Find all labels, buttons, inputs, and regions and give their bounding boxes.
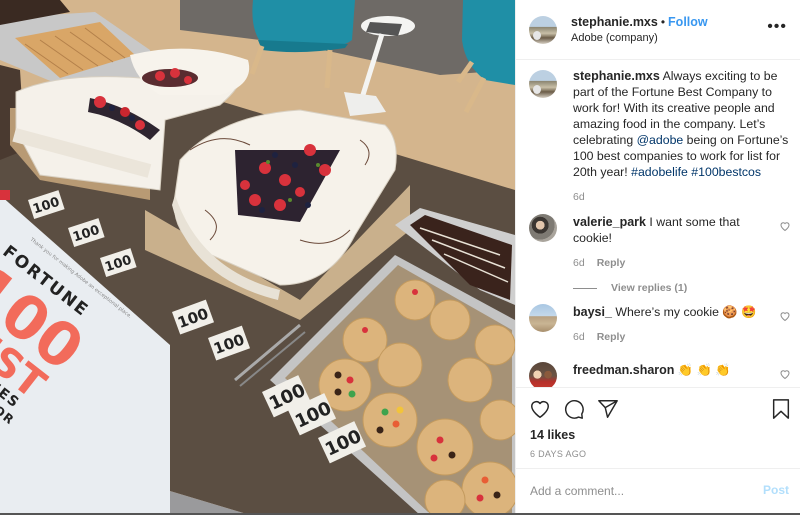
post-timestamp[interactable]: 6 DAYS AGO bbox=[530, 449, 586, 459]
comment-text: valerie_park I want some that cookie! 6d… bbox=[573, 214, 791, 271]
post-actions: 14 likes 6 DAYS AGO bbox=[516, 387, 800, 468]
comment-bubble-icon[interactable] bbox=[563, 398, 585, 420]
post-photo[interactable]: 100 100 100 100 100 100 100 100 Thank yo… bbox=[0, 0, 515, 515]
comment-age[interactable]: 6d bbox=[573, 257, 585, 269]
add-comment-bar: Post bbox=[516, 468, 800, 515]
commenter-username[interactable]: baysi_ bbox=[573, 305, 612, 319]
commenter-avatar[interactable] bbox=[529, 304, 557, 332]
commenter-username[interactable]: valerie_park bbox=[573, 215, 646, 229]
post-location[interactable]: Adobe (company) bbox=[571, 31, 708, 46]
reply-button[interactable]: Reply bbox=[597, 257, 626, 269]
reply-button[interactable]: Reply bbox=[597, 331, 626, 343]
commenter-username[interactable]: freedman.sharon bbox=[573, 363, 674, 377]
separator-dot: • bbox=[660, 14, 666, 29]
comments-list[interactable]: stephanie.mxs Always exciting to be part… bbox=[516, 60, 800, 387]
hashtag-link[interactable]: #adobelife bbox=[631, 165, 688, 179]
caption-username[interactable]: stephanie.mxs bbox=[573, 69, 660, 83]
caption-text: stephanie.mxs Always exciting to be part… bbox=[573, 68, 791, 205]
commenter-avatar[interactable] bbox=[529, 362, 557, 387]
photo-illustration: 100 100 100 100 100 100 100 100 Thank yo… bbox=[0, 0, 515, 515]
hashtag-link[interactable]: #100bestcos bbox=[691, 165, 761, 179]
comment-text: freedman.sharon 👏 👏 👏 bbox=[573, 363, 731, 377]
replies-line bbox=[573, 287, 597, 289]
comment-meta: 6d Reply bbox=[573, 329, 769, 345]
post-header: stephanie.mxs • Follow Adobe (company) ••• bbox=[516, 0, 800, 60]
like-comment-heart-icon[interactable] bbox=[779, 310, 791, 322]
add-comment-input[interactable] bbox=[530, 482, 740, 500]
post-comment-button[interactable]: Post bbox=[763, 483, 789, 497]
post-caption: stephanie.mxs Always exciting to be part… bbox=[529, 68, 791, 205]
author-username[interactable]: stephanie.mxs bbox=[571, 15, 658, 29]
comment-item: valerie_park I want some that cookie! 6d… bbox=[529, 214, 791, 294]
instagram-post: 100 100 100 100 100 100 100 100 Thank yo… bbox=[0, 0, 800, 515]
paper-plane-icon[interactable] bbox=[597, 398, 619, 420]
heart-icon[interactable] bbox=[529, 398, 551, 420]
like-comment-heart-icon[interactable] bbox=[779, 368, 791, 380]
comment-meta: 6d Reply bbox=[573, 255, 769, 271]
like-comment-heart-icon[interactable] bbox=[779, 220, 791, 232]
follow-button[interactable]: Follow bbox=[668, 15, 708, 29]
caption-avatar[interactable] bbox=[529, 70, 557, 98]
bookmark-icon[interactable] bbox=[770, 398, 792, 420]
caption-meta: 6d bbox=[573, 189, 791, 205]
author-info: stephanie.mxs • Follow Adobe (company) bbox=[571, 14, 708, 46]
likes-count[interactable]: 14 likes bbox=[530, 428, 575, 442]
comment-item: freedman.sharon 👏 👏 👏 bbox=[529, 362, 791, 387]
caption-age[interactable]: 6d bbox=[573, 191, 585, 203]
more-options-icon[interactable]: ••• bbox=[767, 19, 787, 35]
comment-age[interactable]: 6d bbox=[573, 331, 585, 343]
mention-link[interactable]: @adobe bbox=[637, 133, 684, 147]
commenter-avatar[interactable] bbox=[529, 214, 557, 242]
view-replies-button[interactable]: View replies (1) bbox=[573, 282, 791, 294]
comment-text: baysi_ Where’s my cookie 🍪 🤩 6d Reply bbox=[573, 304, 791, 345]
comment-item: baysi_ Where’s my cookie 🍪 🤩 6d Reply bbox=[529, 304, 791, 345]
author-avatar[interactable] bbox=[529, 15, 557, 44]
post-side-panel: stephanie.mxs • Follow Adobe (company) •••… bbox=[515, 0, 800, 515]
